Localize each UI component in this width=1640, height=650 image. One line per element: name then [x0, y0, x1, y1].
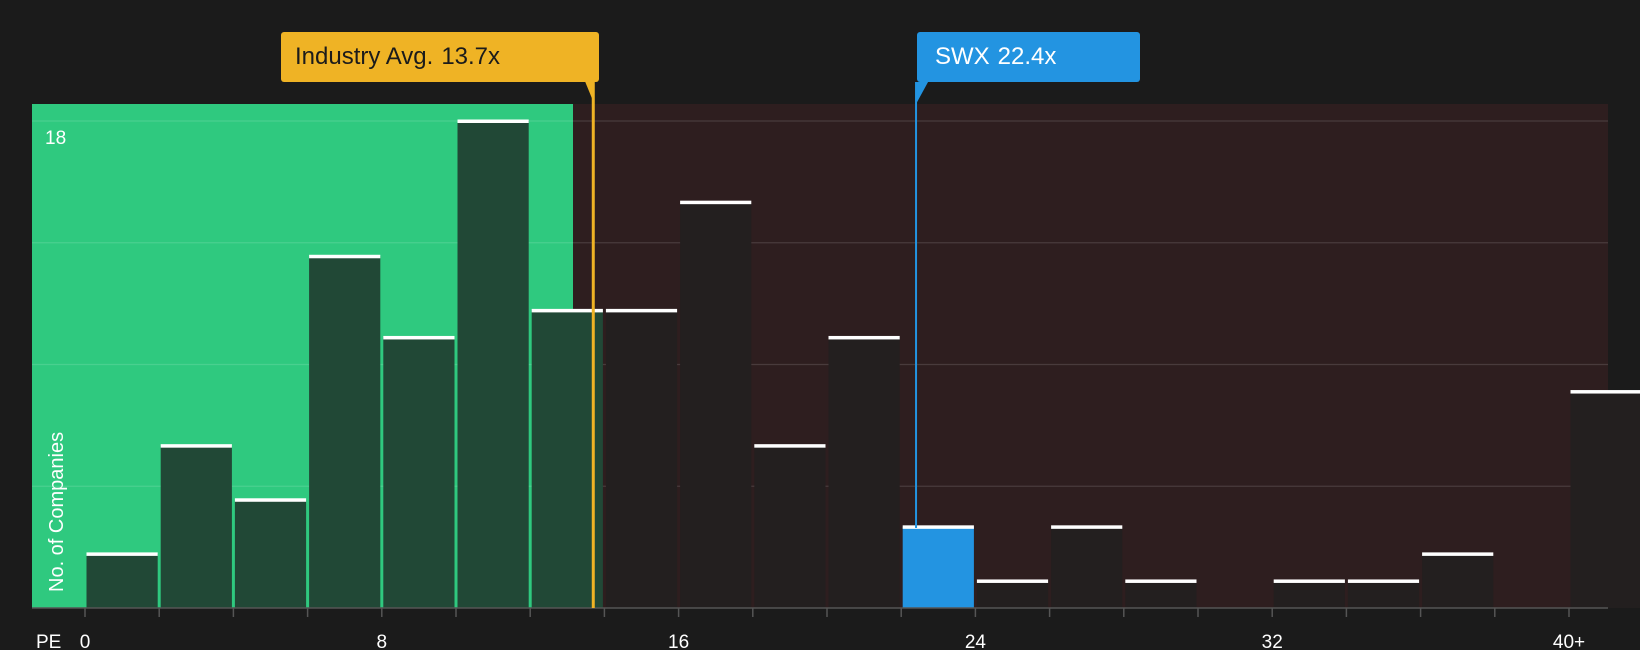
- histogram-bar-top: [1051, 525, 1123, 529]
- histogram-bar: [160, 445, 232, 608]
- histogram-bar-top: [383, 335, 455, 340]
- histogram-bar-top: [160, 444, 232, 448]
- histogram-bar: [1347, 580, 1420, 608]
- histogram-bar: [605, 310, 678, 608]
- y-tick-label: 18: [45, 128, 66, 149]
- histogram-bar-top: [309, 254, 381, 259]
- histogram-bar: [680, 202, 752, 608]
- x-tick-label: 24: [965, 632, 987, 650]
- industry-avg-callout: Industry Avg. 13.7x: [281, 32, 599, 82]
- x-tick-label: 32: [1262, 632, 1283, 650]
- histogram-bar-top: [754, 444, 826, 448]
- x-tick-label: 16: [668, 632, 689, 650]
- histogram-bar: [383, 337, 455, 608]
- y-axis-title: No. of Companies: [46, 432, 68, 592]
- histogram-bar: [1051, 526, 1123, 608]
- company-pe-pointer: [916, 82, 929, 104]
- industry-avg-pointer: [585, 82, 595, 104]
- x-axis: 0 8 16 24 32 40+: [80, 608, 1585, 650]
- histogram-bar-top: [1347, 579, 1420, 583]
- histogram-bar: [976, 580, 1049, 608]
- pe-distribution-chart: 0 8 16 24 32 40+ 18 No. of Companies PE: [32, 82, 1640, 650]
- company-pe-value: 22.4x: [997, 43, 1057, 70]
- histogram-bar-top: [1125, 579, 1197, 583]
- histogram-bar: [457, 121, 529, 608]
- histogram-bar-top: [828, 335, 900, 340]
- histogram-bar-top: [1570, 390, 1640, 394]
- histogram-bar-top: [680, 200, 752, 205]
- x-tick-label: 40+: [1553, 632, 1585, 650]
- histogram-bar: [309, 256, 381, 608]
- histogram-bar-top: [86, 552, 158, 556]
- company-ticker: SWX: [935, 43, 990, 70]
- histogram-bar: [828, 337, 900, 608]
- histogram-bar: [1570, 391, 1640, 608]
- histogram-bar: [1422, 553, 1494, 608]
- histogram-bar-top: [605, 308, 678, 313]
- histogram-bar: [902, 526, 974, 608]
- histogram-bar-top: [976, 579, 1049, 583]
- histogram-bar-top: [1422, 552, 1494, 556]
- x-tick-label: 0: [80, 632, 91, 650]
- histogram-bar: [86, 553, 158, 608]
- histogram-bar-top: [457, 119, 529, 123]
- x-tick-label: 8: [377, 632, 388, 650]
- histogram-bar-top: [1273, 579, 1345, 583]
- histogram-bar: [1125, 580, 1197, 608]
- histogram-bar: [1273, 580, 1345, 608]
- x-axis-title: PE: [36, 632, 61, 650]
- histogram-bar-top: [234, 498, 307, 502]
- industry-avg-label: Industry Avg.: [295, 43, 434, 70]
- industry-avg-value: 13.7x: [441, 43, 501, 70]
- company-pe-callout: SWX 22.4x: [917, 32, 1140, 82]
- histogram-bar: [234, 499, 307, 608]
- histogram-bar: [754, 445, 826, 608]
- histogram-bar-top: [902, 525, 974, 529]
